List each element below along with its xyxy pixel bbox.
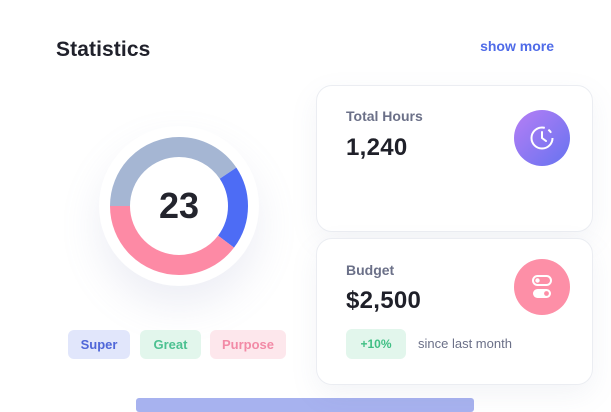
total-hours-value: 1,240 (346, 134, 408, 161)
legend-super-chip[interactable]: Super (68, 330, 130, 359)
budget-change-caption: since last month (418, 336, 512, 351)
show-more-link[interactable]: show more (480, 38, 554, 54)
budget-card: Budget $2,500 +10% since last month (316, 238, 593, 385)
donut-chart: 23 (99, 126, 259, 286)
toggle-icon (514, 259, 570, 315)
page-title: Statistics (56, 38, 151, 61)
budget-change-badge: +10% (346, 329, 406, 359)
donut-center-value: 23 (158, 185, 200, 226)
budget-value: $2,500 (346, 287, 422, 314)
legend-purpose-chip[interactable]: Purpose (210, 330, 286, 359)
clock-icon (514, 110, 570, 166)
budget-label: Budget (346, 262, 395, 278)
legend-great-chip[interactable]: Great (140, 330, 201, 359)
total-hours-label: Total Hours (346, 108, 423, 124)
total-hours-card: Total Hours 1,240 (316, 85, 593, 232)
bottom-accent-bar (136, 398, 474, 412)
